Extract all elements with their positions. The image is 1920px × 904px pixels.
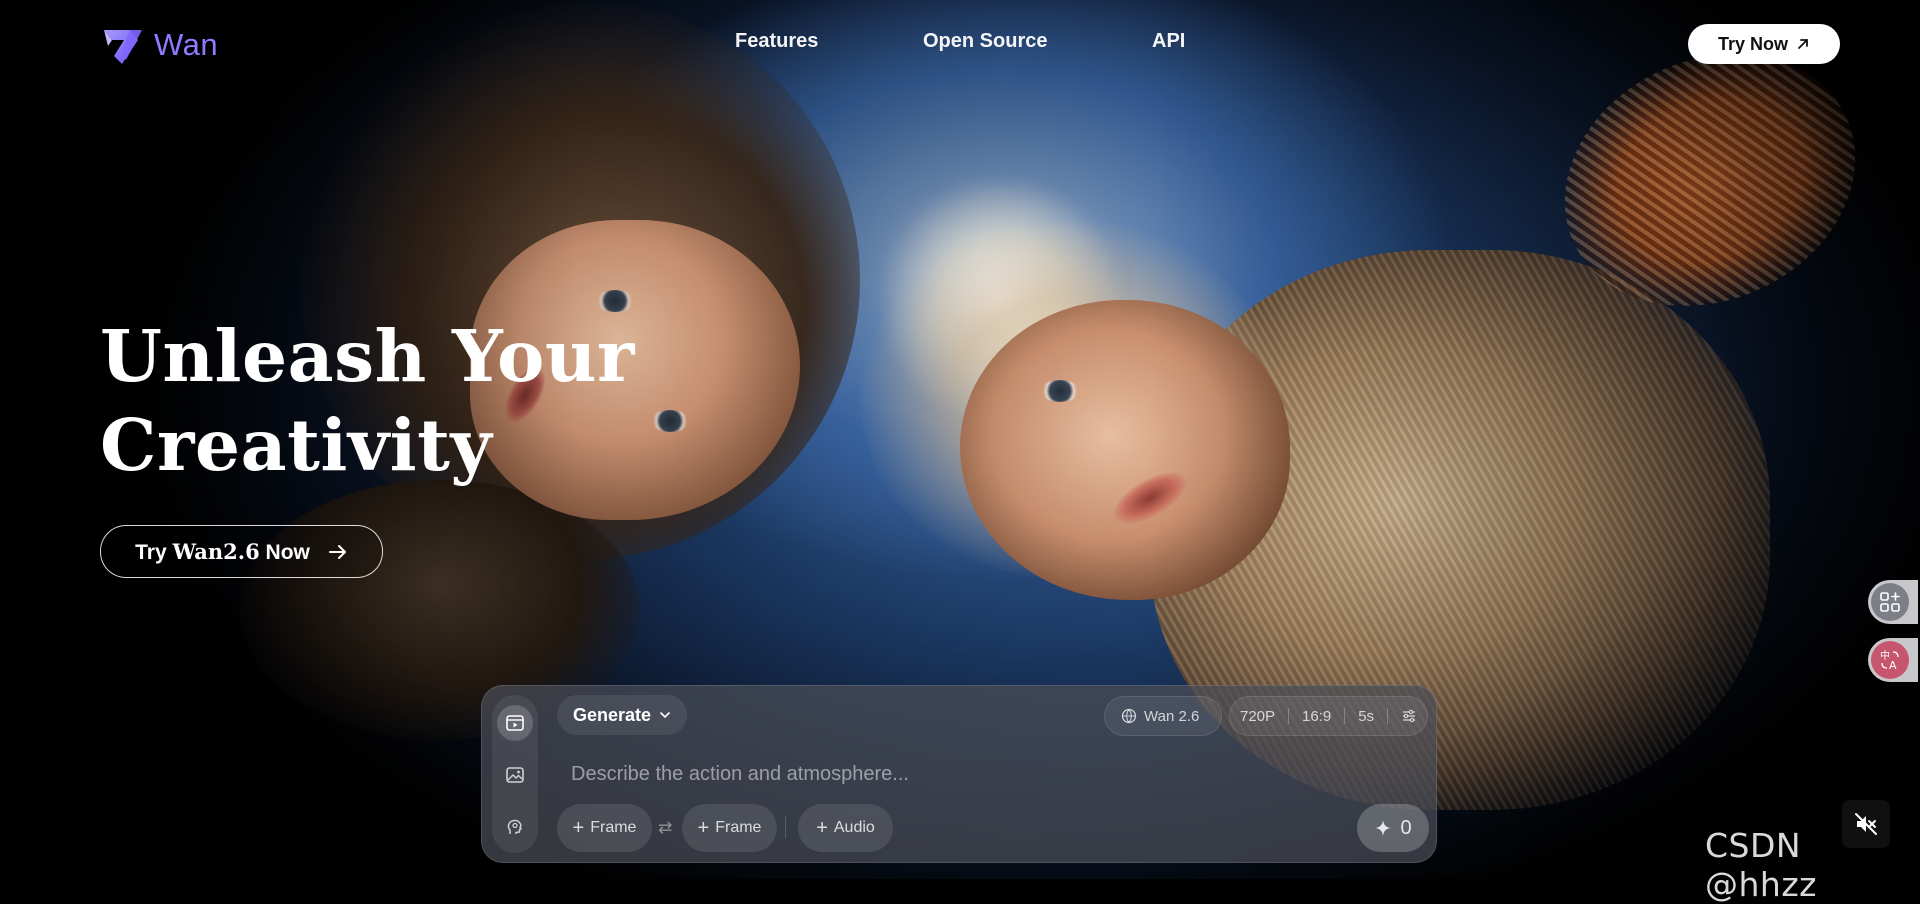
main-nav: Features Open Source API [0, 30, 1920, 60]
hero-cta-label: Try Wan2.6 Now [135, 538, 310, 564]
generation-settings[interactable]: 720P 16:9 5s [1229, 696, 1428, 736]
resolution-value: 720P [1240, 707, 1276, 725]
globe-icon [1121, 708, 1137, 724]
arrow-up-right-icon [1798, 39, 1808, 49]
sparkle-icon [1375, 820, 1392, 836]
divider [785, 816, 786, 838]
generate-mode-dropdown[interactable]: Generate [557, 695, 688, 735]
translate-icon: 中 A [1880, 649, 1899, 672]
prompt-input[interactable] [569, 758, 1333, 790]
add-audio-button[interactable]: + Audio [798, 804, 893, 852]
sliders-icon [1403, 709, 1415, 723]
nav-open-source[interactable]: Open Source [923, 30, 1047, 53]
add-end-frame-button[interactable]: + Frame [682, 804, 777, 852]
apps-add-icon [1880, 592, 1900, 612]
try-now-label: Try Now [1717, 33, 1788, 54]
frame-label: Frame [715, 819, 762, 836]
hero-title-line1: Unleash Your [100, 314, 635, 398]
model-selector[interactable]: Wan 2.6 [1104, 696, 1222, 736]
svg-text:A: A [1889, 659, 1897, 672]
mode-image-button[interactable] [497, 757, 533, 793]
nav-features[interactable]: Features [735, 30, 818, 53]
swap-icon[interactable]: ⇄ [658, 818, 672, 838]
arrow-right-icon [328, 544, 346, 559]
duration-value: 5s [1358, 707, 1375, 725]
apps-add-button[interactable] [1868, 580, 1918, 624]
generate-send-button[interactable]: 0 [1357, 804, 1429, 852]
aspect-ratio-value: 16:9 [1302, 707, 1332, 725]
add-start-frame-button[interactable]: + Frame [557, 804, 652, 852]
plus-icon: + [697, 816, 710, 839]
mode-video-button[interactable] [497, 705, 533, 741]
audio-label: Audio [833, 819, 875, 836]
hero-title-line2: Creativity [100, 403, 493, 487]
chevron-down-icon [660, 712, 670, 719]
avatar-icon [507, 819, 522, 834]
generate-label: Generate [573, 704, 652, 725]
generation-composer: Generate Wan 2.6 720P 16:9 5s + Frame ⇄ … [481, 685, 1437, 863]
credit-count: 0 [1400, 816, 1412, 839]
mode-rail [492, 695, 538, 853]
divider [1288, 708, 1290, 724]
plus-icon: + [572, 816, 585, 839]
image-icon [506, 767, 524, 783]
video-icon [506, 715, 524, 731]
try-wan-now-button[interactable]: Try Wan2.6 Now [100, 525, 383, 578]
divider [1387, 708, 1389, 724]
hero-title: Unleash Your Creativity [100, 312, 635, 490]
model-label: Wan 2.6 [1144, 707, 1200, 725]
nav-api[interactable]: API [1152, 30, 1185, 53]
plus-icon: + [816, 816, 828, 839]
frame-label: Frame [590, 819, 637, 836]
translate-button[interactable]: 中 A [1868, 638, 1918, 682]
mode-avatar-button[interactable] [497, 809, 533, 845]
try-now-button[interactable]: Try Now [1688, 24, 1840, 64]
divider [1344, 708, 1346, 724]
watermark: CSDN @hhzz [1705, 826, 1817, 904]
